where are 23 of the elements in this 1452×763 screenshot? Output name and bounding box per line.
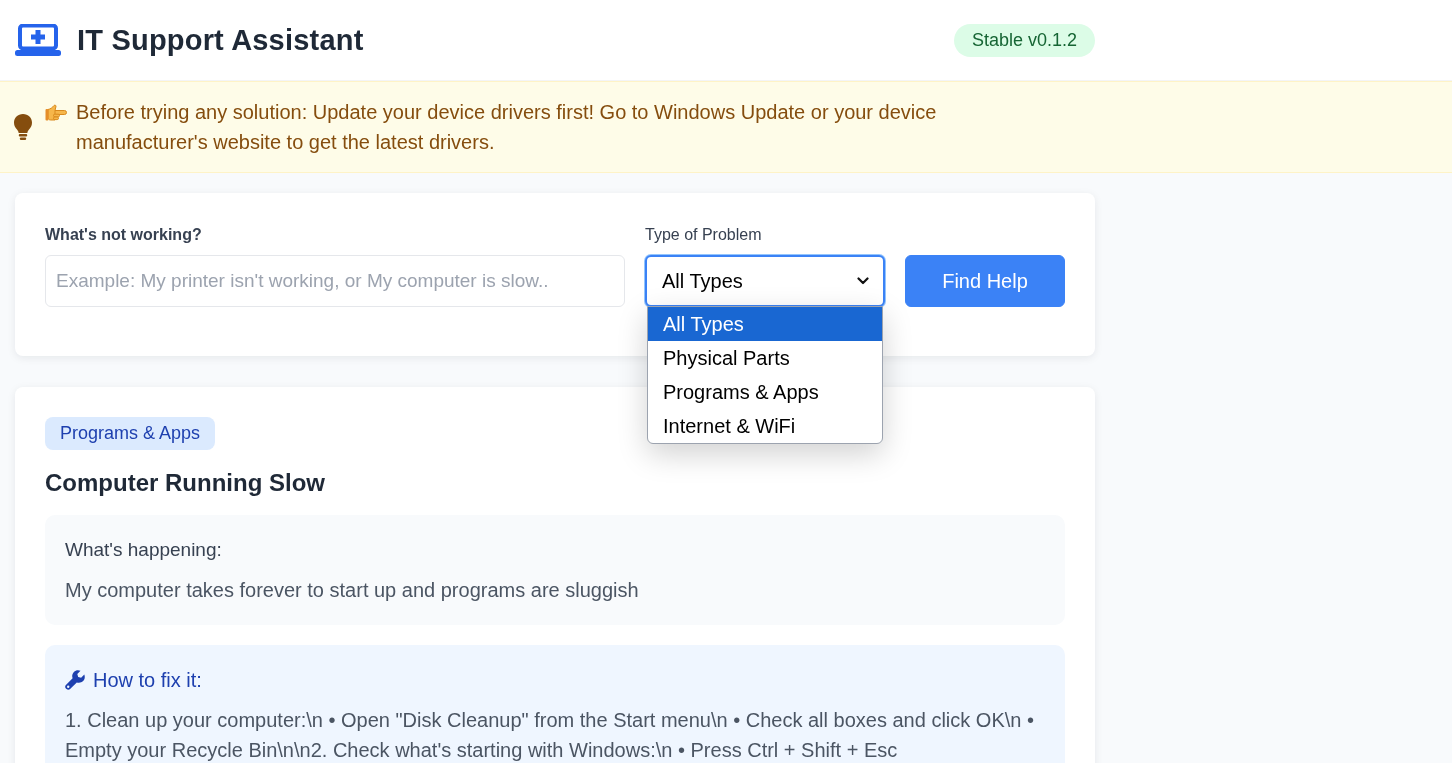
lightbulb-icon (13, 114, 33, 140)
type-select[interactable]: All Types (645, 255, 885, 307)
laptop-icon (15, 24, 61, 56)
result-title: Computer Running Slow (45, 469, 326, 497)
pointing-hand-icon (45, 103, 68, 121)
fix-text: 1. Clean up your computer:\n • Open "Disk Cleanup" from the Start menu\n • Check all boxes and click OK\n • Empty your Recycle Bin\n\n2. Check what's starting with Windows:\n • Press Ctrl + Shift + Esc (65, 708, 1035, 763)
category-tag: Programs & Apps (45, 417, 216, 450)
dropdown-option[interactable]: Programs & Apps (648, 375, 882, 409)
notice-text: Before trying any solution: Update your device drivers first! Go to Windows Update or your device manufacturer's website to get the latest drivers. (76, 100, 938, 155)
symptom-text: My computer takes forever to start up and programs are sluggish (65, 578, 640, 603)
version-badge: Stable v0.1.2 (953, 23, 1095, 57)
dropdown-option[interactable]: All Types (648, 307, 882, 341)
dropdown-option[interactable]: Internet & WiFi (648, 409, 882, 443)
search-field[interactable]: Example: My printer isn't working, or My computer is slow.. (45, 255, 625, 307)
find-help-button[interactable]: Find Help (905, 255, 1065, 307)
chevron-down-icon (857, 277, 869, 285)
search-label: What's not working? (45, 225, 203, 245)
filter-label: Type of Problem (645, 225, 763, 245)
symptom-heading: What's happening: (65, 538, 223, 562)
dropdown-option[interactable]: Physical Parts (648, 341, 882, 375)
fix-heading: How to fix it: (93, 668, 202, 693)
app-title: IT Support Assistant (77, 22, 364, 58)
wrench-icon (65, 670, 85, 690)
